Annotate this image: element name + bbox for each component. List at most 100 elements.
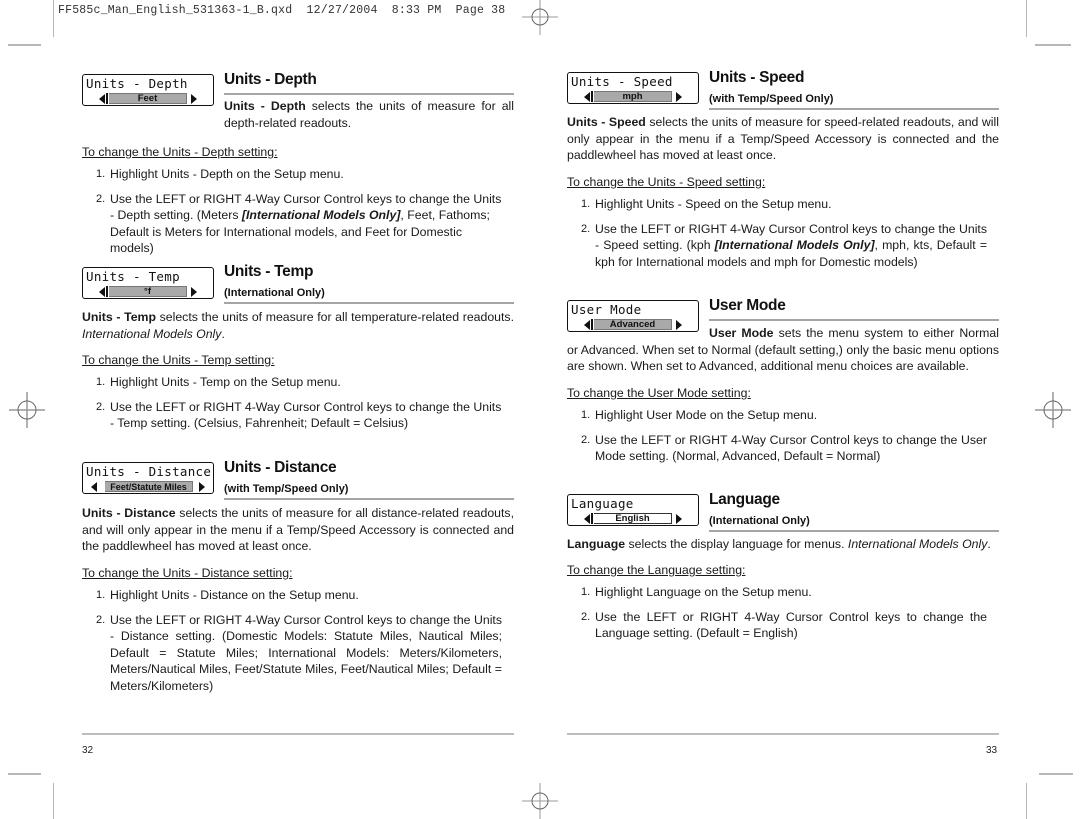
menu-value: °f bbox=[109, 286, 187, 297]
steps-list: 1. Highlight Units - Speed on the Setup m… bbox=[567, 196, 999, 278]
menu-value: Feet bbox=[109, 93, 187, 104]
steps-list: 1. Highlight Language on the Setup menu. … bbox=[567, 584, 999, 650]
step-number: 2. bbox=[96, 400, 106, 413]
step-number: 2. bbox=[581, 433, 591, 446]
step-text: Highlight Units - Distance on the Setup … bbox=[110, 588, 359, 602]
step-text: Use the LEFT or RIGHT 4-Way Cursor Contr… bbox=[110, 399, 502, 431]
list-item: 2. Use the LEFT or RIGHT 4-Way Cursor Con… bbox=[82, 399, 514, 432]
list-item: 2. Use the LEFT or RIGHT 4-Way Cursor Con… bbox=[82, 191, 514, 257]
section-description: Units - Distance selects the units of me… bbox=[82, 505, 514, 555]
step-number: 2. bbox=[96, 192, 106, 205]
change-setting-label: To change the Units - Distance setting: bbox=[82, 566, 293, 580]
left-arrow-icon bbox=[91, 482, 97, 492]
steps-list: 1. Highlight User Mode on the Setup menu.… bbox=[567, 407, 999, 473]
desc-text: . bbox=[221, 326, 225, 341]
list-item: 1. Highlight Units - Distance on the Setu… bbox=[82, 587, 514, 604]
section-description: Units - Depth selects the units of measu… bbox=[224, 98, 514, 131]
right-arrow-icon bbox=[676, 92, 682, 102]
section-heading: Units - Speed bbox=[709, 69, 805, 86]
crop-mark bbox=[8, 773, 41, 775]
change-setting-label: To change the Units - Depth setting: bbox=[82, 145, 278, 159]
section-description: Units - Temp selects the units of measur… bbox=[82, 309, 514, 342]
section-subheading: (with Temp/Speed Only) bbox=[709, 93, 834, 105]
step-emphasis: [International Models Only] bbox=[714, 238, 875, 252]
menu-title: Units - Distance bbox=[86, 464, 212, 479]
heading-rule bbox=[224, 302, 514, 304]
section-description: Units - Speed selects the units of measu… bbox=[567, 114, 999, 164]
step-number: 2. bbox=[581, 222, 591, 235]
desc-text: . bbox=[987, 537, 991, 551]
list-item: 1. Highlight Units - Depth on the Setup m… bbox=[82, 166, 514, 183]
list-item: 1. Highlight User Mode on the Setup menu. bbox=[567, 407, 999, 424]
change-setting-label: To change the Units - Temp setting: bbox=[82, 353, 275, 367]
crop-mark bbox=[1035, 44, 1071, 46]
change-setting-label: To change the Language setting: bbox=[567, 563, 746, 577]
registration-mark-icon bbox=[1035, 392, 1071, 428]
menu-preview-box: Units - Speed mph bbox=[567, 72, 699, 104]
steps-list: 1. Highlight Units - Depth on the Setup m… bbox=[82, 166, 514, 265]
registration-mark-icon bbox=[522, 0, 558, 35]
step-number: 1. bbox=[96, 168, 106, 180]
section-subheading: (with Temp/Speed Only) bbox=[224, 483, 349, 495]
step-text: Highlight Units - Speed on the Setup men… bbox=[595, 197, 832, 211]
left-arrow-icon bbox=[584, 514, 590, 524]
left-arrow-icon bbox=[99, 287, 105, 297]
step-text: Highlight Language on the Setup menu. bbox=[595, 585, 812, 599]
step-number: 1. bbox=[581, 409, 591, 421]
menu-preview-box: Units - Depth Feet bbox=[82, 74, 214, 106]
heading-rule bbox=[709, 319, 999, 321]
desc-bold: Units - Distance bbox=[82, 506, 176, 520]
step-text: Highlight Units - Depth on the Setup men… bbox=[110, 167, 344, 181]
crop-mark bbox=[1026, 783, 1027, 819]
crop-mark bbox=[53, 783, 54, 819]
section-subheading: (International Only) bbox=[709, 515, 810, 527]
page-number-left: 32 bbox=[82, 745, 94, 756]
desc-bold: Language bbox=[567, 537, 626, 551]
desc-bold: User Mode bbox=[709, 326, 774, 340]
desc-text: selects the display language for menus. bbox=[625, 537, 848, 551]
menu-title: Units - Temp bbox=[86, 269, 180, 284]
step-number: 2. bbox=[96, 613, 106, 626]
menu-value: mph bbox=[594, 91, 672, 102]
menu-value: Feet/Statute Miles bbox=[105, 481, 193, 492]
list-item: 1. Highlight Language on the Setup menu. bbox=[567, 584, 999, 601]
menu-preview-box: Units - Temp °f bbox=[82, 267, 214, 299]
footer-rule-right bbox=[567, 733, 999, 735]
left-arrow-icon bbox=[99, 94, 105, 104]
menu-title: Language bbox=[571, 496, 634, 511]
crop-mark bbox=[53, 0, 54, 37]
list-item: 1. Highlight Units - Speed on the Setup m… bbox=[567, 196, 999, 213]
value-bracket bbox=[591, 91, 593, 102]
step-text: Use the LEFT or RIGHT 4-Way Cursor Contr… bbox=[595, 432, 987, 464]
step-number: 2. bbox=[581, 610, 591, 623]
list-item: 2. Use the LEFT or RIGHT 4-Way Cursor Con… bbox=[567, 609, 999, 642]
value-bracket bbox=[591, 513, 593, 524]
menu-title: Units - Depth bbox=[86, 76, 188, 91]
desc-italic: International Models Only bbox=[847, 537, 988, 551]
step-number: 1. bbox=[581, 198, 591, 210]
desc-bold: Units - Depth bbox=[224, 99, 306, 113]
desc-text: selects the units of measure for all tem… bbox=[155, 310, 514, 324]
print-slug-line: FF585c_Man_English_531363-1_B.qxd 12/27/… bbox=[58, 4, 506, 17]
change-setting-label: To change the Units - Speed setting: bbox=[567, 175, 766, 189]
menu-preview-box: Units - Distance Feet/Statute Miles bbox=[82, 462, 214, 494]
steps-list: 1. Highlight Units - Distance on the Setu… bbox=[82, 587, 514, 702]
right-arrow-icon bbox=[199, 482, 205, 492]
step-text: Use the LEFT or RIGHT 4-Way Cursor Contr… bbox=[110, 612, 502, 693]
change-setting-label: To change the User Mode setting: bbox=[567, 386, 751, 400]
menu-value: English bbox=[594, 513, 672, 524]
heading-rule bbox=[224, 498, 514, 500]
step-text: Highlight User Mode on the Setup menu. bbox=[595, 408, 818, 422]
step-emphasis: [International Models Only] bbox=[241, 208, 401, 222]
desc-bold: Units - Speed bbox=[567, 115, 646, 129]
section-description: User Mode sets the menu system to either… bbox=[567, 325, 999, 375]
right-arrow-icon bbox=[676, 514, 682, 524]
menu-title: User Mode bbox=[571, 302, 642, 317]
heading-rule bbox=[224, 93, 514, 95]
step-number: 1. bbox=[96, 376, 106, 388]
heading-rule bbox=[709, 530, 999, 532]
registration-mark-icon bbox=[522, 783, 558, 819]
list-item: 2. Use the LEFT or RIGHT 4-Way Cursor Con… bbox=[567, 221, 999, 271]
section-heading: Language bbox=[709, 491, 780, 508]
step-text: Highlight Units - Temp on the Setup menu… bbox=[110, 375, 341, 389]
